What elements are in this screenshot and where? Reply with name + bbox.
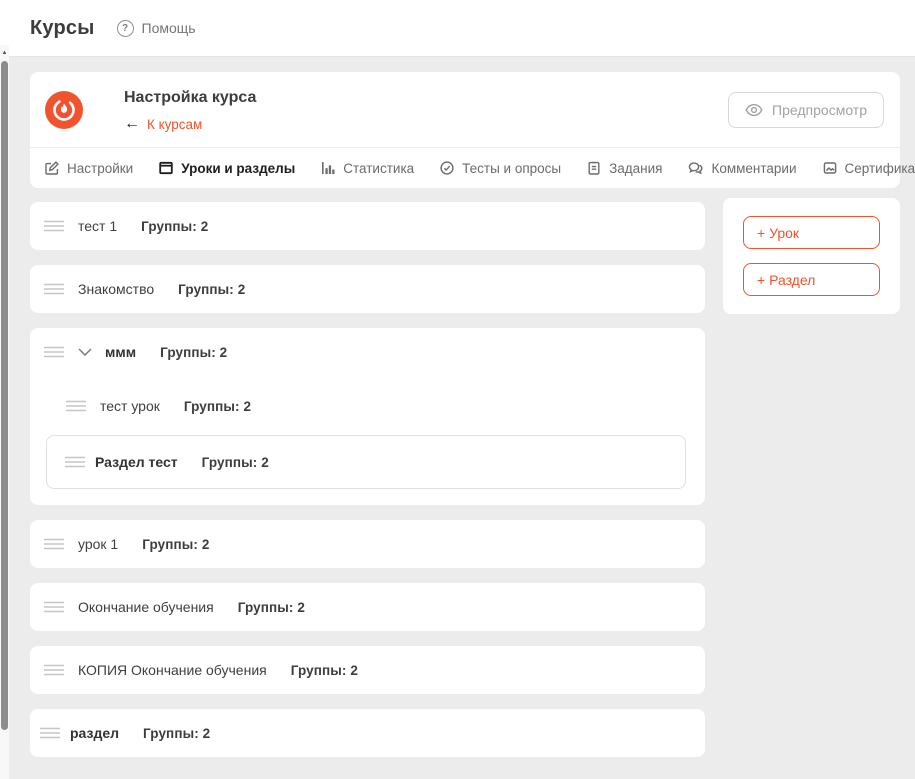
left-arrow-icon: ← xyxy=(124,116,140,132)
tab-assignments[interactable]: Задания xyxy=(586,160,662,176)
drag-handle-icon[interactable] xyxy=(44,664,64,676)
preview-button[interactable]: Предпросмотр xyxy=(728,92,884,128)
tab-label: Задания xyxy=(609,161,662,176)
groups-count: Группы: 2 xyxy=(141,219,208,234)
groups-count: Группы: 2 xyxy=(178,282,245,297)
tab-label: Настройки xyxy=(67,161,133,176)
help-link[interactable]: ? Помощь xyxy=(117,20,196,37)
tab-label: Уроки и разделы xyxy=(181,161,295,176)
section-title: Раздел тест xyxy=(95,454,178,470)
actions-panel: + Урок + Раздел xyxy=(723,198,900,314)
groups-count: Группы: 2 xyxy=(184,399,251,414)
drag-handle-icon[interactable] xyxy=(65,456,85,468)
preview-button-label: Предпросмотр xyxy=(772,102,867,118)
lesson-row[interactable]: Окончание обучения Группы: 2 xyxy=(30,583,705,631)
lesson-title: урок 1 xyxy=(78,536,118,552)
expanded-section-group: ммм Группы: 2 тест урок Группы: 2 Раздел… xyxy=(30,328,705,505)
groups-count: Группы: 2 xyxy=(143,726,210,741)
tab-label: Статистика xyxy=(343,161,414,176)
image-icon xyxy=(822,160,838,176)
bar-chart-icon xyxy=(320,160,336,176)
section-title: ммм xyxy=(105,344,136,360)
window-icon xyxy=(158,160,174,176)
back-to-courses-link[interactable]: ← К курсам xyxy=(124,116,202,132)
page-title: Курсы xyxy=(30,17,95,40)
tab-certificates[interactable]: Сертификаты xyxy=(822,160,915,176)
section-row[interactable]: Раздел тест Группы: 2 xyxy=(46,435,686,489)
edit-icon xyxy=(44,160,60,176)
tab-statistics[interactable]: Статистика xyxy=(320,160,414,176)
lesson-title: тест урок xyxy=(100,398,160,414)
course-name: Настройка курса xyxy=(124,89,256,107)
groups-count: Группы: 2 xyxy=(291,663,358,678)
clipboard-icon xyxy=(586,160,602,176)
lesson-row[interactable]: тест 1 Группы: 2 xyxy=(30,202,705,250)
drag-handle-icon[interactable] xyxy=(66,400,86,412)
check-circle-icon xyxy=(439,160,455,176)
tab-label: Тесты и опросы xyxy=(462,161,561,176)
comments-icon xyxy=(687,160,704,176)
course-settings-card: Настройка курса ← К курсам Предпросмотр xyxy=(30,72,900,188)
groups-count: Группы: 2 xyxy=(142,537,209,552)
section-title: раздел xyxy=(70,725,119,741)
groups-count: Группы: 2 xyxy=(238,600,305,615)
add-section-button[interactable]: + Раздел xyxy=(743,263,880,296)
question-circle-icon: ? xyxy=(117,20,134,37)
tab-settings[interactable]: Настройки xyxy=(44,160,133,176)
drag-handle-icon[interactable] xyxy=(40,727,60,739)
lesson-title: Окончание обучения xyxy=(78,599,214,615)
tab-label: Комментарии xyxy=(711,161,796,176)
lesson-row[interactable]: урок 1 Группы: 2 xyxy=(30,520,705,568)
drag-handle-icon[interactable] xyxy=(44,601,64,613)
vertical-scrollbar: ▲ xyxy=(0,45,9,779)
lesson-row[interactable]: тест урок Группы: 2 xyxy=(30,382,705,430)
lesson-title: КОПИЯ Окончание обучения xyxy=(78,662,267,678)
course-tabs: Настройки Уроки и разделы Статистика xyxy=(30,147,900,188)
lesson-title: тест 1 xyxy=(78,218,117,234)
groups-count: Группы: 2 xyxy=(160,345,227,360)
tab-tests-surveys[interactable]: Тесты и опросы xyxy=(439,160,561,176)
eye-icon xyxy=(745,103,763,117)
lesson-row[interactable]: Знакомство Группы: 2 xyxy=(30,265,705,313)
section-row[interactable]: ммм Группы: 2 xyxy=(30,328,705,376)
drag-handle-icon[interactable] xyxy=(44,346,64,358)
top-bar: Курсы ? Помощь xyxy=(0,0,915,57)
lesson-title: Знакомство xyxy=(78,281,154,297)
chevron-down-icon[interactable] xyxy=(78,348,92,356)
lesson-row[interactable]: КОПИЯ Окончание обучения Группы: 2 xyxy=(30,646,705,694)
back-link-label: К курсам xyxy=(147,117,202,132)
tab-comments[interactable]: Комментарии xyxy=(687,160,796,176)
drag-handle-icon[interactable] xyxy=(44,538,64,550)
groups-count: Группы: 2 xyxy=(202,455,269,470)
add-lesson-button[interactable]: + Урок xyxy=(743,216,880,249)
drag-handle-icon[interactable] xyxy=(44,283,64,295)
tab-lessons-sections[interactable]: Уроки и разделы xyxy=(158,160,295,176)
course-header: Настройка курса ← К курсам Предпросмотр xyxy=(30,72,900,147)
tab-label: Сертификаты xyxy=(845,161,915,176)
lessons-list: тест 1 Группы: 2 Знакомство Группы: 2 мм… xyxy=(30,202,705,772)
scrollbar-up-arrow-icon[interactable]: ▲ xyxy=(0,49,9,57)
scrollbar-thumb[interactable] xyxy=(1,61,8,730)
section-row[interactable]: раздел Группы: 2 xyxy=(30,709,705,757)
drag-handle-icon[interactable] xyxy=(44,220,64,232)
help-label: Помощь xyxy=(142,20,196,36)
course-logo-icon xyxy=(44,90,84,130)
